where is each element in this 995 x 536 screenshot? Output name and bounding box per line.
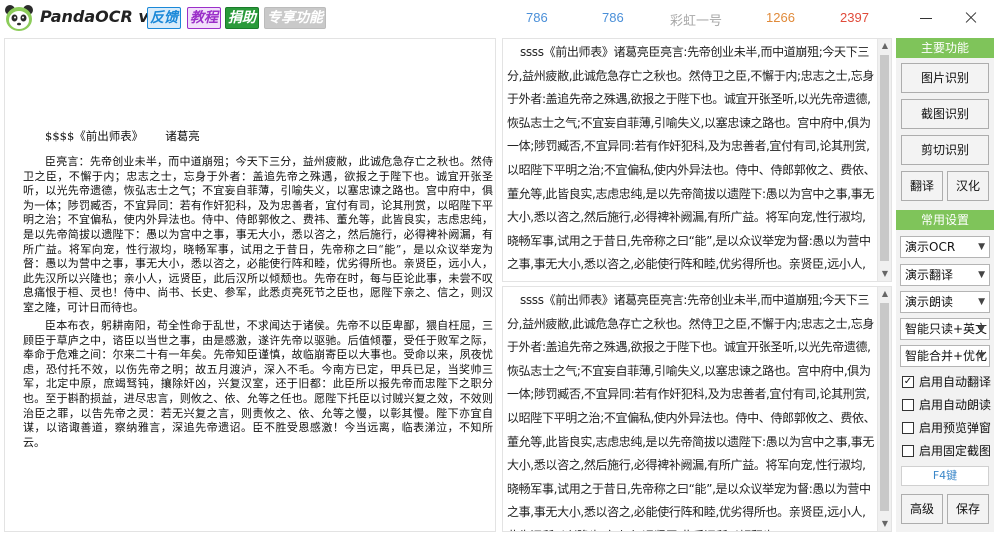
source-image-pane[interactable]: $$$$《前出师表》 诸葛亮 臣亮言：先帝创业未半，而中道崩殂；今天下三分，益州… (4, 38, 496, 532)
scroll-thumb[interactable] (880, 55, 889, 261)
ocr-engine-select[interactable]: 演示OCR ▼ (900, 236, 990, 258)
main-functions-header: 主要功能 (896, 38, 994, 58)
scroll-up-icon[interactable]: ▲ (878, 39, 891, 53)
usage-counter-2: 786 (602, 10, 624, 25)
translate-engine-select[interactable]: 演示翻译 ▼ (900, 264, 990, 286)
ocr-result-textbox[interactable]: ssss《前出师表》诸葛亮臣亮言:先帝创业未半,而中道崩殂;今天下三分,益州疲敝… (502, 38, 892, 282)
translate-button[interactable]: 翻译 (901, 171, 943, 201)
chevron-down-icon: ▼ (978, 270, 985, 280)
hotkey-field[interactable]: F4键 (901, 466, 989, 486)
minimize-icon[interactable] (905, 2, 947, 32)
sinicize-button[interactable]: 汉化 (947, 171, 989, 201)
tutorial-button[interactable]: 教程 (187, 7, 221, 29)
save-button[interactable]: 保存 (947, 494, 989, 524)
select-value: 演示翻译 (905, 268, 954, 282)
feedback-button[interactable]: 反馈 (147, 7, 181, 29)
select-value: 演示OCR (905, 240, 956, 254)
translation-result-textbox[interactable]: ssss《前出师表》诸葛亮臣亮言:先帝创业未半,而中道崩殂;今天下三分,益州疲敝… (502, 286, 892, 532)
checkbox-label: 启用预览弹窗 (919, 421, 992, 435)
exclusive-features-button[interactable]: 专享功能 (264, 7, 326, 29)
checkbox-label: 启用自动朗读 (919, 398, 992, 412)
image-heading: $$$$《前出师表》 诸葛亮 (45, 129, 200, 143)
donate-button[interactable]: 捐助 (225, 7, 259, 29)
checkbox-unchecked[interactable] (902, 422, 914, 434)
control-panel: 主要功能 图片识别 截图识别 剪切识别 翻译 汉化 常用设置 演示OCR ▼ 演… (896, 38, 994, 532)
chevron-down-icon: ▼ (978, 324, 985, 334)
scroll-down-icon[interactable]: ▼ (878, 517, 891, 531)
smart-merge-select[interactable]: 智能合并+优化 ▼ (900, 345, 990, 367)
scroll-thumb[interactable] (880, 303, 889, 511)
usage-counter-1: 786 (526, 10, 548, 25)
select-value: 智能只读+英文 (905, 322, 988, 336)
clipboard-ocr-button[interactable]: 剪切识别 (901, 135, 989, 165)
common-settings-header: 常用设置 (896, 210, 994, 230)
image-paragraph: 臣亮言：先帝创业未半，而中道崩殂；今天下三分，益州疲敝，此诚危急存亡之秋也。然侍… (23, 155, 493, 314)
close-icon[interactable] (950, 2, 992, 32)
vertical-scrollbar[interactable]: ▲ ▼ (877, 287, 891, 531)
smart-read-select[interactable]: 智能只读+英文 ▼ (900, 318, 990, 340)
panda-logo-icon (5, 5, 33, 31)
checkbox-label: 启用自动翻译 (919, 375, 992, 389)
select-value: 智能合并+优化 (905, 349, 988, 363)
scroll-up-icon[interactable]: ▲ (878, 287, 891, 301)
translation-result-text[interactable]: ssss《前出师表》诸葛亮臣亮言:先帝创业未半,而中道崩殂;今天下三分,益州疲敝… (503, 287, 879, 531)
checkbox-checked[interactable]: ✓ (902, 376, 914, 388)
ocr-result-text[interactable]: ssss《前出师表》诸葛亮臣亮言:先帝创业未半,而中道崩殂;今天下三分,益州疲敝… (503, 39, 879, 281)
channel-label: 彩虹一号 (670, 13, 723, 28)
image-paragraph: 臣本布衣，躬耕南阳，苟全性命于乱世，不求闻达于诸侯。先帝不以臣卑鄙，猥自枉屈，三… (23, 319, 493, 449)
usage-counter-4: 1266 (766, 10, 795, 25)
checkbox-unchecked[interactable] (902, 399, 914, 411)
image-ocr-button[interactable]: 图片识别 (901, 63, 989, 93)
advanced-button[interactable]: 高级 (901, 494, 943, 524)
screenshot-ocr-button[interactable]: 截图识别 (901, 99, 989, 129)
title-bar: PandaOCR v2.7 反馈 教程 捐助 专享功能 786 786 彩虹一号… (0, 0, 995, 36)
chevron-down-icon: ▼ (978, 351, 985, 361)
scroll-down-icon[interactable]: ▼ (878, 267, 891, 281)
checkbox-unchecked[interactable] (902, 445, 914, 457)
checkbox-label: 启用固定截图 (919, 444, 992, 458)
select-value: 演示朗读 (905, 295, 954, 309)
read-engine-select[interactable]: 演示朗读 ▼ (900, 291, 990, 313)
chevron-down-icon: ▼ (978, 297, 985, 307)
usage-counter-5: 2397 (840, 10, 869, 25)
vertical-scrollbar[interactable]: ▲ ▼ (877, 39, 891, 281)
chevron-down-icon: ▼ (978, 242, 985, 252)
